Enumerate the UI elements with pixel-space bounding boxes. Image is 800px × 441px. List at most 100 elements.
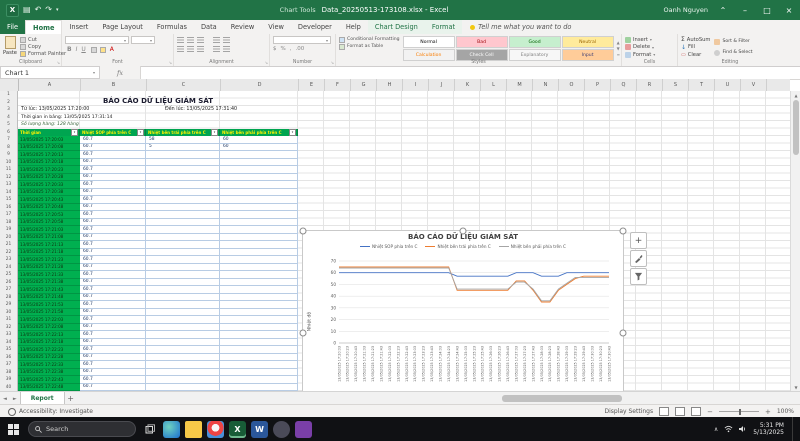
table-cell-value[interactable] [146,324,220,332]
table-cell-value[interactable]: 5 [146,144,220,152]
comma-style-icon[interactable]: , [290,46,292,52]
table-cell-value[interactable] [146,316,220,324]
table-cell-value[interactable] [220,301,298,309]
column-header-T[interactable]: T [689,79,715,91]
table-cell-value[interactable] [220,174,298,182]
taskbar-search[interactable]: Search [28,421,136,437]
ribbon-tab-file[interactable]: File [0,20,25,34]
filter-dropdown-icon[interactable]: ▾ [71,129,78,136]
table-cell-value[interactable] [220,286,298,294]
table-cell-value[interactable]: 60 [220,136,298,144]
delete-cells-button[interactable]: Delete▾ [625,44,674,52]
table-cell-time[interactable]: 13/05/2025 17:22:18 [18,339,80,347]
edge-browser-icon[interactable] [163,421,180,438]
report-to-label[interactable]: Đến lúc: 13/05/2025 17:31:40 [165,107,237,112]
fx-icon[interactable]: fx [117,69,123,77]
indent-icon[interactable] [213,46,220,52]
column-header-A[interactable]: A [19,79,81,91]
ribbon-tab-formulas[interactable]: Formulas [150,20,194,34]
chart-resize-handle[interactable] [460,228,467,235]
save-icon[interactable]: ▤ [23,6,31,14]
table-cell-value[interactable]: 60.7 [80,376,146,384]
app-icon[interactable] [273,421,290,438]
volume-icon[interactable] [739,425,747,433]
redo-icon[interactable]: ↷ [45,6,52,14]
table-cell-time[interactable]: 13/05/2025 17:21:13 [18,241,80,249]
table-cell-value[interactable] [220,256,298,264]
table-cell-time[interactable]: 13/05/2025 17:20:18 [18,159,80,167]
underline-button[interactable]: U [79,46,87,53]
filter-dropdown-icon[interactable]: ▾ [289,129,296,136]
chart-filters-button[interactable] [630,268,647,285]
table-cell-value[interactable]: 60.7 [80,189,146,197]
close-button[interactable]: × [782,3,796,17]
table-cell-value[interactable] [146,166,220,174]
table-cell-time[interactable]: 13/05/2025 17:22:23 [18,346,80,354]
table-cell-time[interactable]: 13/05/2025 17:22:03 [18,316,80,324]
align-bottom-icon[interactable] [197,37,204,43]
alignment-dialog-launcher-icon[interactable]: ↘ [265,60,268,65]
align-center-icon[interactable] [187,46,194,52]
table-cell-time[interactable]: 13/05/2025 17:21:58 [18,309,80,317]
table-cell-value[interactable]: 60.7 [80,331,146,339]
scroll-down-icon[interactable]: ▼ [791,383,800,391]
scroll-up-icon[interactable]: ▲ [791,91,800,99]
table-cell-value[interactable]: 60.7 [80,219,146,227]
ribbon-tab-insert[interactable]: Insert [62,20,95,34]
table-cell-value[interactable]: 60.7 [80,196,146,204]
table-cell-value[interactable]: 60.7 [80,324,146,332]
table-cell-value[interactable]: 60.7 [80,316,146,324]
table-cell-value[interactable] [220,234,298,242]
table-cell-value[interactable] [146,339,220,347]
table-cell-time[interactable]: 13/05/2025 17:21:33 [18,271,80,279]
table-cell-time[interactable]: 13/05/2025 17:21:43 [18,286,80,294]
table-cell-value[interactable]: 60.7 [80,339,146,347]
table-cell-value[interactable] [220,316,298,324]
clipboard-dialog-launcher-icon[interactable]: ↘ [57,60,60,65]
column-header-M[interactable]: M [507,79,533,91]
chart-resize-handle[interactable] [620,330,627,337]
table-cell-value[interactable] [146,211,220,219]
table-cell-value[interactable] [220,384,298,392]
align-right-icon[interactable] [197,46,204,52]
table-cell-value[interactable] [220,294,298,302]
table-cell-value[interactable] [146,279,220,287]
table-cell-time[interactable]: 13/05/2025 17:20:23 [18,166,80,174]
excel-app-icon[interactable]: X [6,4,19,17]
chart-elements-button[interactable]: + [630,232,647,249]
table-cell-value[interactable]: 60.7 [80,294,146,302]
table-cell-value[interactable] [220,346,298,354]
percent-style-icon[interactable]: % [281,46,286,52]
table-cell-value[interactable] [220,354,298,362]
table-cell-time[interactable]: 13/05/2025 17:22:38 [18,369,80,377]
table-cell-value[interactable]: 60.7 [80,361,146,369]
table-cell-value[interactable] [146,309,220,317]
column-header-V[interactable]: V [741,79,767,91]
format-cells-button[interactable]: Format▾ [625,51,674,59]
table-cell-time[interactable]: 13/05/2025 17:20:53 [18,211,80,219]
bold-button[interactable]: B [65,46,74,53]
table-cell-value[interactable] [146,219,220,227]
table-cell-value[interactable] [220,249,298,257]
align-left-icon[interactable] [177,46,184,52]
table-cell-value[interactable]: 60.7 [80,264,146,272]
table-cell-value[interactable]: 60.7 [80,241,146,249]
table-cell-value[interactable] [146,189,220,197]
table-cell-value[interactable] [146,204,220,212]
table-cell-time[interactable]: 13/05/2025 17:20:48 [18,204,80,212]
tray-chevron-icon[interactable]: ∧ [714,426,718,433]
excel-taskbar-icon[interactable]: X [229,421,246,438]
table-cell-value[interactable]: 60.7 [80,144,146,152]
table-cell-value[interactable] [220,204,298,212]
ribbon-tab-home[interactable]: Home [25,20,62,34]
wrap-text-icon[interactable] [223,37,230,43]
app-icon[interactable] [295,421,312,438]
fill-color-icon[interactable] [100,47,106,53]
table-cell-time[interactable]: 13/05/2025 17:20:33 [18,181,80,189]
column-header-B[interactable]: B [81,79,147,91]
table-cell-value[interactable]: 60.7 [80,174,146,182]
table-cell-value[interactable] [220,211,298,219]
table-cell-value[interactable] [146,369,220,377]
chart-legend[interactable]: Nhiệt SOP phía trên CNhiệt bên trái phía… [303,244,623,249]
page-break-view-icon[interactable] [691,407,701,416]
